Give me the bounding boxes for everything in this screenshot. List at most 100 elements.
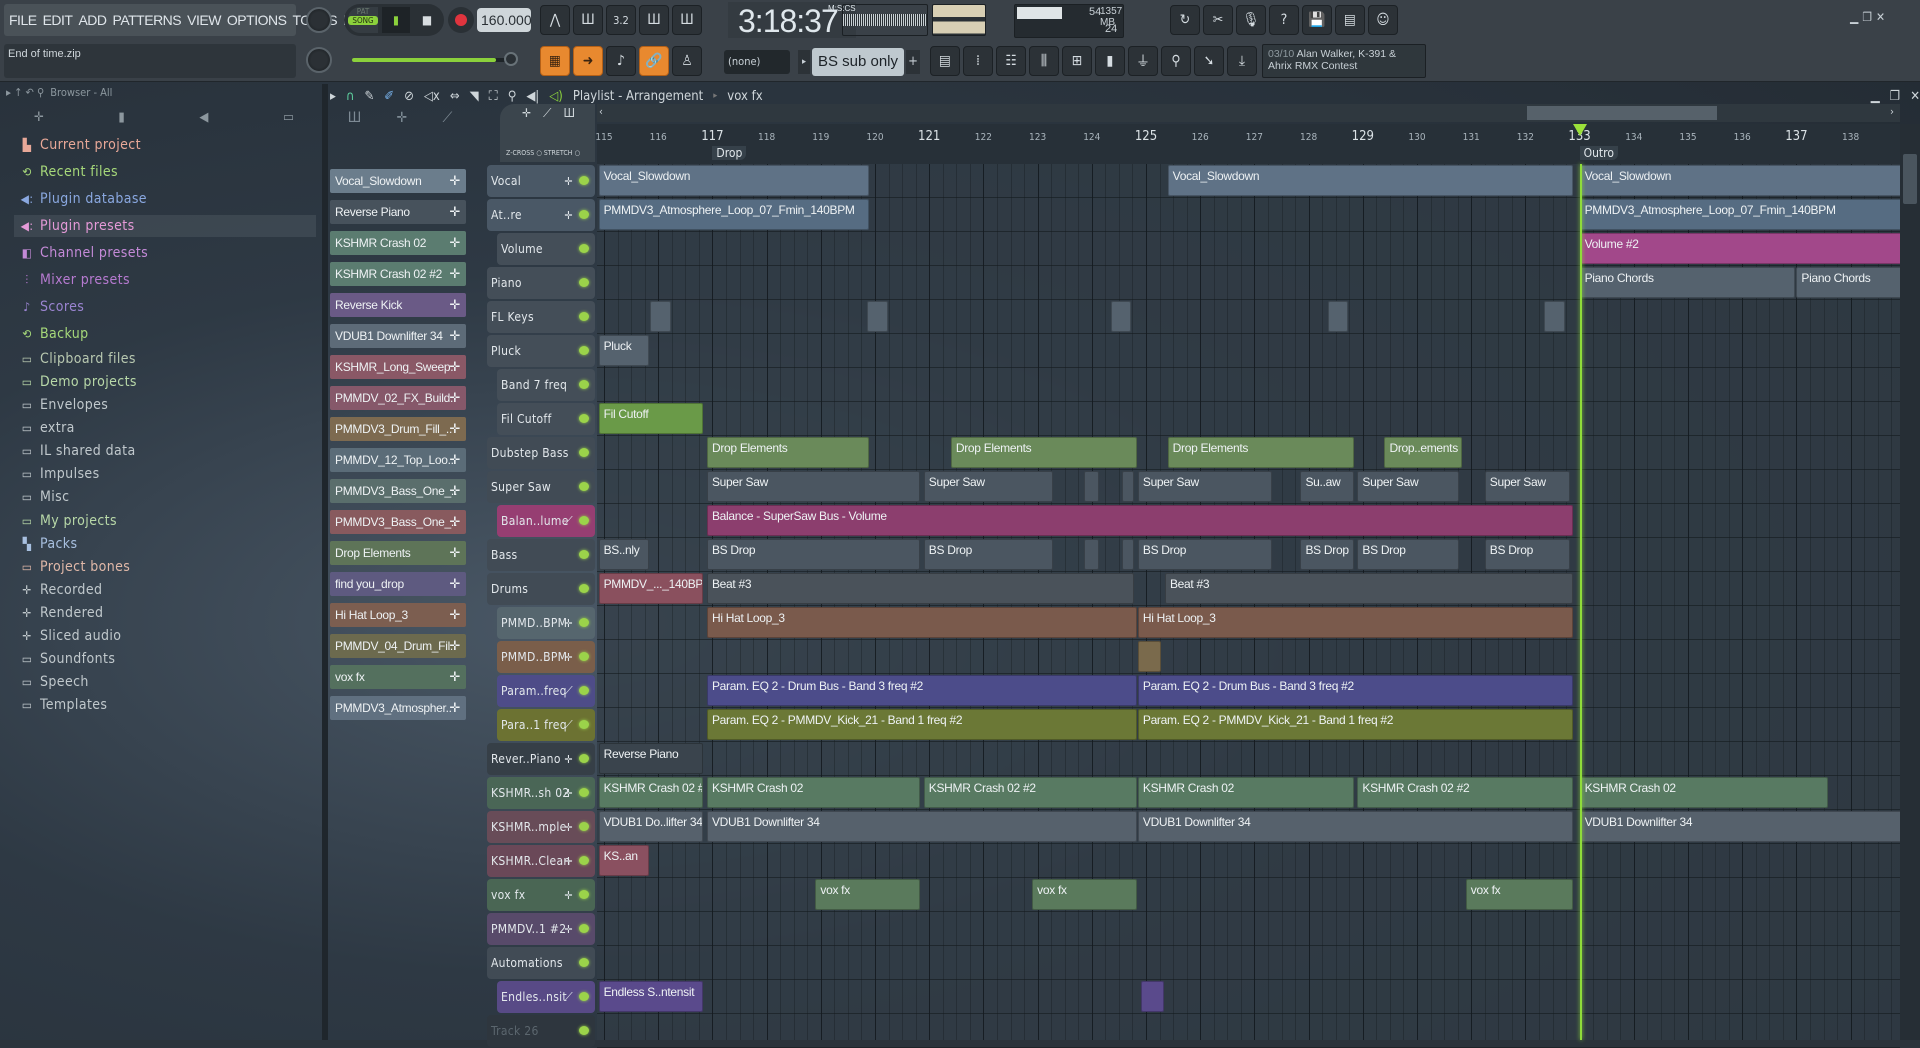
playlist-clip[interactable]: KSHMR Crash 02 #2	[923, 777, 1137, 808]
z-cross-toggle[interactable]: Z-CROSS	[506, 149, 534, 157]
track-header[interactable]: KSHMR..Clean ✛	[487, 845, 595, 877]
playlist-clip[interactable]: PMMDV3_Atmosphere_Loop_07_Fmin_140BPM	[1579, 199, 1904, 230]
browser-item-my-projects[interactable]: ▭ My projects	[20, 510, 117, 532]
playlist-clip[interactable]: Drop Elements	[706, 437, 869, 468]
browser-item-rendered[interactable]: ✛ Rendered	[20, 602, 103, 624]
browser-item-misc[interactable]: ▭ Misc	[20, 486, 69, 508]
pattern-clip-source[interactable]: PMMDV3_Drum_Fill_.. ✛	[330, 417, 466, 441]
playlist-clip[interactable]: Param. EQ 2 - Drum Bus - Band 3 freq #2	[1137, 675, 1574, 706]
browser-item-templates[interactable]: ▭ Templates	[20, 694, 107, 716]
track-mute-led[interactable]	[579, 516, 589, 525]
playlist-clip[interactable]: Param. EQ 2 - PMMDV_Kick_21 - Band 1 fre…	[1137, 709, 1574, 740]
browser-all-icon[interactable]: ✛	[34, 110, 44, 125]
plugin-icon[interactable]: ⏚	[1128, 46, 1158, 76]
browser-item-plugin-database[interactable]: ◀: Plugin database	[20, 188, 147, 210]
playlist-clip[interactable]: vox fx	[1465, 879, 1574, 910]
track-header[interactable]: Rever..Piano ✛	[487, 743, 595, 775]
pattern-clip-source[interactable]: Vocal_Slowdown ✛	[330, 169, 466, 193]
pattern-clip-source[interactable]: PMMDV3_Atmospher.. ✛	[330, 696, 466, 720]
playlist-clip[interactable]: Reverse Piano	[598, 743, 704, 774]
playlist-clip[interactable]	[1110, 301, 1132, 332]
playlist-clip[interactable]: PMMDV_..._140BPM	[598, 573, 704, 604]
playlist-clip[interactable]: KSHMR Crash 02 #2	[1357, 777, 1574, 808]
automation-icon[interactable]: ⟋	[543, 106, 551, 121]
playlist-clip[interactable]: Hi Hat Loop_3	[1137, 607, 1574, 638]
add-pattern-button[interactable]: +	[906, 50, 920, 74]
playhead-marker[interactable]	[1572, 124, 1587, 136]
browser-title[interactable]: Browser - All	[50, 86, 112, 99]
audio-filter-icon[interactable]: ✛	[397, 110, 408, 134]
playlist-clip[interactable]	[1544, 301, 1566, 332]
track-header[interactable]: Balan..lume ⟋	[497, 505, 595, 537]
track-mute-led[interactable]	[579, 924, 589, 933]
chat-icon[interactable]: ☺	[1368, 5, 1398, 35]
browser-item-mixer-presets[interactable]: ⫶ Mixer presets	[20, 269, 130, 291]
channel-rack-icon[interactable]: ☷	[996, 46, 1026, 76]
play-button[interactable]: ▮	[382, 7, 410, 33]
pattern-clip-source[interactable]: VDUB1 Downlifter 34 ✛	[330, 324, 466, 348]
track-mute-led[interactable]	[579, 244, 589, 253]
playlist-clip[interactable]: Super Saw	[923, 471, 1053, 502]
track-header[interactable]: Bass	[487, 539, 595, 571]
export-audio-icon[interactable]: ▤	[1335, 5, 1365, 35]
marker-outro[interactable]: Outro	[1579, 146, 1618, 160]
playlist-clip[interactable]: Beat #3	[706, 573, 1135, 604]
news-panel[interactable]: 03/10 Alan Walker, K-391 & Ahrix RMX Con…	[1262, 44, 1426, 78]
pattern-clip-source[interactable]: Drop Elements ✛	[330, 541, 466, 565]
blend-notes-icon[interactable]: ♪	[606, 46, 636, 76]
browser-item-envelopes[interactable]: ▭ Envelopes	[20, 394, 108, 416]
track-mute-led[interactable]	[579, 788, 589, 797]
song-time-display[interactable]: 3:18:37M:S:CS	[728, 2, 856, 39]
delete-tool-icon[interactable]: ⊘	[404, 89, 414, 104]
metronome-icon[interactable]: ⋀	[540, 5, 570, 35]
prev-pattern-button[interactable]: ▸	[798, 50, 810, 74]
playlist-clip[interactable]: PMMDV3_Atmosphere_Loop_07_Fmin_140BPM	[598, 199, 869, 230]
pattern-clip-source[interactable]: Reverse Piano ✛	[330, 200, 466, 224]
playlist-clip[interactable]: Drop Elements	[1167, 437, 1354, 468]
playlist-clip[interactable]: Super Saw	[1357, 471, 1460, 502]
track-header[interactable]: Track 26	[487, 1015, 595, 1047]
tempo-field[interactable]: 160.000	[477, 8, 532, 32]
track-header[interactable]: KSHMR..mple ✛	[487, 811, 595, 843]
track-header[interactable]: Para..1 freq ⟋	[497, 709, 595, 741]
help-icon[interactable]: ?	[1269, 5, 1299, 35]
paint-tool-icon[interactable]: ✐	[384, 89, 394, 104]
playlist-clip[interactable]: Volume #2	[1579, 233, 1904, 264]
playback-tool-icon[interactable]: ◀|	[526, 89, 539, 104]
track-header[interactable]: PMMDV..1 #2 ✛	[487, 913, 595, 945]
typing-keyboard-icon[interactable]: ▦	[540, 46, 570, 76]
playlist-clip[interactable]: Piano Chords	[1796, 267, 1904, 298]
playlist-minimize-icon[interactable]: ▁	[1871, 89, 1880, 104]
save-icon[interactable]: 💾	[1302, 5, 1332, 35]
track-header[interactable]: Vocal ✛	[487, 165, 595, 197]
menu-file[interactable]: FILE	[9, 12, 37, 28]
pattern-clip-source[interactable]: PMMDV3_Bass_One_.. ✛	[330, 510, 466, 534]
browser-item-packs[interactable]: ▚ Packs	[20, 533, 77, 555]
pattern-selector[interactable]: BS sub only	[812, 48, 904, 76]
track-header[interactable]: Fil Cutoff	[497, 403, 595, 435]
track-mute-led[interactable]	[579, 618, 589, 627]
playlist-clip[interactable]: Vocal_Slowdown	[1579, 165, 1904, 196]
master-volume-slider[interactable]	[352, 52, 518, 66]
mixer-icon[interactable]: ⫼	[1029, 46, 1059, 76]
playlist-clip[interactable]: Param. EQ 2 - PMMDV_Kick_21 - Band 1 fre…	[706, 709, 1137, 740]
browser-item-recorded[interactable]: ✛ Recorded	[20, 579, 102, 601]
scroll-left-icon[interactable]: ‹	[599, 105, 603, 118]
playlist-clip[interactable]: BS Drop	[1484, 539, 1571, 570]
track-mute-led[interactable]	[579, 210, 589, 219]
track-mute-led[interactable]	[579, 992, 589, 1001]
master-volume-knob[interactable]	[306, 7, 332, 33]
track-mute-led[interactable]	[579, 414, 589, 423]
track-header[interactable]: Pluck	[487, 335, 595, 367]
track-mute-led[interactable]	[579, 312, 589, 321]
magnet-snap-icon[interactable]: ∩	[346, 89, 355, 104]
microphone-icon[interactable]: 🎙	[1236, 5, 1266, 35]
playlist-clip[interactable]: Balance - SuperSaw Bus - Volume	[706, 505, 1574, 536]
browser-nav-icon[interactable]: ▸ ↑ ↶ ⚲	[6, 86, 44, 99]
pencil-tool-icon[interactable]: ✎	[364, 89, 374, 104]
close-icon[interactable]: ✕	[1876, 10, 1885, 24]
playlist-clip[interactable]	[1140, 981, 1164, 1012]
browser-item-impulses[interactable]: ▭ Impulses	[20, 463, 100, 485]
playlist-clip[interactable]: VDUB1 Downlifter 34	[706, 811, 1137, 842]
menu-add[interactable]: ADD	[78, 12, 107, 28]
